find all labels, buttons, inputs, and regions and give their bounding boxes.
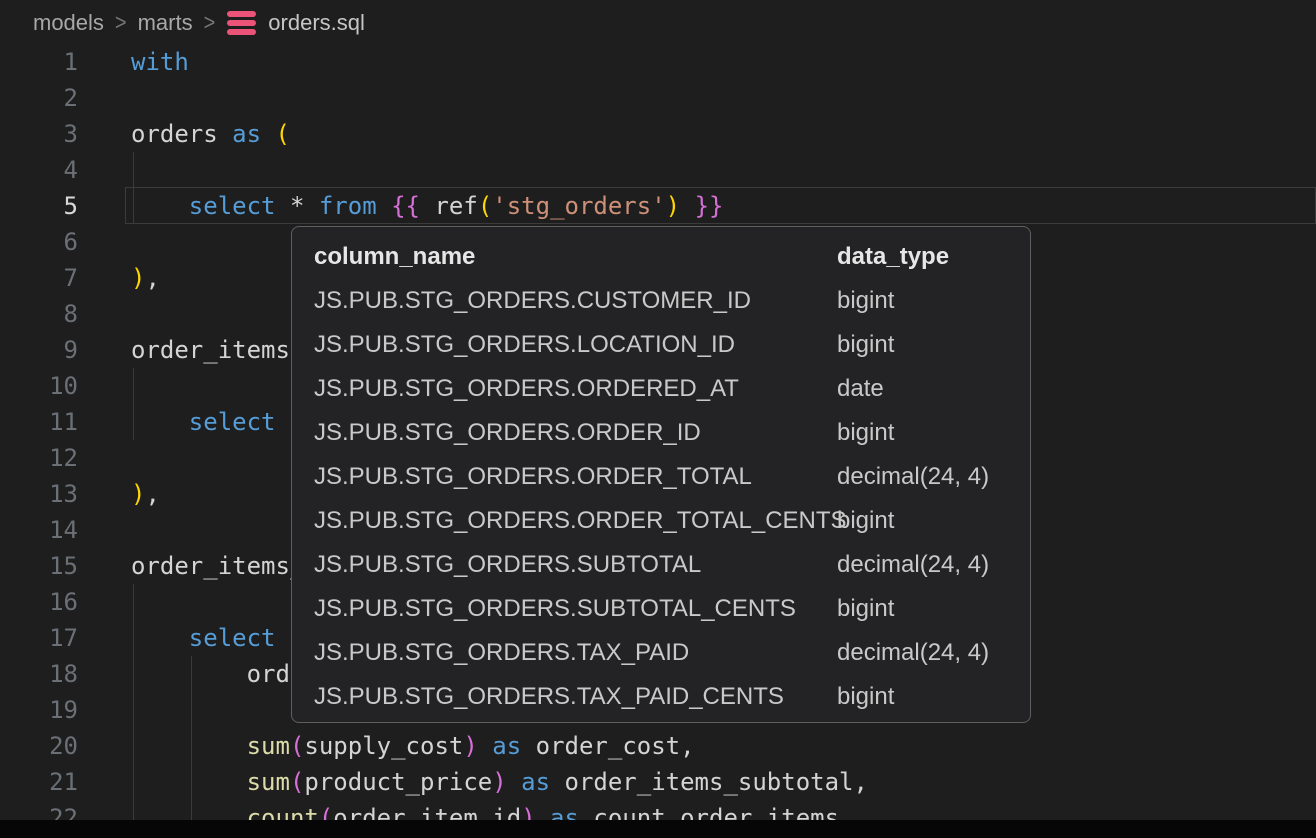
line-number: 5 [0,188,78,224]
code-text: select * from {{ ref('stg_orders') }} [78,188,723,224]
line-number: 4 [0,152,78,188]
line-number: 18 [0,656,78,692]
data-type-cell: decimal(24, 4) [837,631,989,675]
code-text: ), [78,260,160,296]
line-number: 19 [0,692,78,728]
data-type-cell: bigint [837,323,894,367]
line-number: 12 [0,440,78,476]
line-number: 20 [0,728,78,764]
column-name-cell: JS.PUB.STG_ORDERS.TAX_PAID [314,631,689,675]
column-name-cell: JS.PUB.STG_ORDERS.SUBTOTAL_CENTS [314,587,796,631]
line-number: 17 [0,620,78,656]
column-name-cell: JS.PUB.STG_ORDERS.ORDERED_AT [314,367,739,411]
line-number: 8 [0,296,78,332]
line-number: 13 [0,476,78,512]
column-row: JS.PUB.STG_ORDERS.ORDER_TOTAL decimal(24,… [292,455,1030,499]
column-name-cell: JS.PUB.STG_ORDERS.LOCATION_ID [314,323,735,367]
line-number: 2 [0,80,78,116]
column-row: JS.PUB.STG_ORDERS.ORDERED_AT date [292,367,1030,411]
line-number: 6 [0,224,78,260]
code-text: sum(product_price) as order_items_subtot… [78,764,868,800]
line-number: 14 [0,512,78,548]
code-line[interactable]: 3orders as ( [0,116,1316,152]
code-text: orders as ( [78,116,290,152]
line-number: 1 [0,44,78,80]
column-row: JS.PUB.STG_ORDERS.TAX_PAID_CENTS bigint [292,675,1030,719]
column-name-cell: JS.PUB.STG_ORDERS.SUBTOTAL [314,543,701,587]
data-type-cell: bigint [837,279,894,323]
column-name-cell: JS.PUB.STG_ORDERS.ORDER_TOTAL [314,455,752,499]
data-type-cell: bigint [837,587,894,631]
breadcrumb-item-file[interactable]: orders.sql [268,10,365,36]
code-text: sum(supply_cost) as order_cost, [78,728,695,764]
column-row: JS.PUB.STG_ORDERS.SUBTOTAL decimal(24, 4) [292,543,1030,587]
line-number: 11 [0,404,78,440]
data-type-cell: decimal(24, 4) [837,455,989,499]
breadcrumb-item-marts[interactable]: marts [138,10,193,36]
chevron-right-icon: > [115,10,127,36]
code-line[interactable]: 4 [0,152,1316,188]
code-line[interactable]: 5 select * from {{ ref('stg_orders') }} [0,188,1316,224]
line-number: 10 [0,368,78,404]
column-row: JS.PUB.STG_ORDERS.CUSTOMER_ID bigint [292,279,1030,323]
code-text: ), [78,476,160,512]
chevron-right-icon: > [204,10,216,36]
code-line[interactable]: 2 [0,80,1316,116]
code-line[interactable]: 21 sum(product_price) as order_items_sub… [0,764,1316,800]
data-type-cell: bigint [837,411,894,455]
panel-edge [0,820,1316,838]
column-name-cell: JS.PUB.STG_ORDERS.ORDER_ID [314,411,701,455]
column-row: JS.PUB.STG_ORDERS.TAX_PAID decimal(24, 4) [292,631,1030,675]
line-number: 9 [0,332,78,368]
column-row: JS.PUB.STG_ORDERS.LOCATION_ID bigint [292,323,1030,367]
data-type-cell: decimal(24, 4) [837,543,989,587]
line-number: 7 [0,260,78,296]
popup-header-row: column_name data_type [292,235,1030,279]
line-number: 15 [0,548,78,584]
column-name-cell: JS.PUB.STG_ORDERS.ORDER_TOTAL_CENTS [314,499,847,543]
column-row: JS.PUB.STG_ORDERS.ORDER_ID bigint [292,411,1030,455]
data-type-cell: date [837,367,884,411]
column-name-cell: JS.PUB.STG_ORDERS.TAX_PAID_CENTS [314,675,784,719]
column-info-popup: column_name data_type JS.PUB.STG_ORDERS.… [291,226,1031,723]
line-number: 16 [0,584,78,620]
popup-header-data-type: data_type [837,235,949,279]
editor-window: models > marts > orders.sql 1with23order… [0,0,1316,838]
line-number: 21 [0,764,78,800]
code-line[interactable]: 20 sum(supply_cost) as order_cost, [0,728,1316,764]
line-number: 3 [0,116,78,152]
code-text: with [78,44,189,80]
popup-header-column-name: column_name [314,235,475,279]
code-text: select [78,620,276,656]
data-type-cell: bigint [837,675,894,719]
column-name-cell: JS.PUB.STG_ORDERS.CUSTOMER_ID [314,279,751,323]
breadcrumb-item-models[interactable]: models [33,10,104,36]
breadcrumb: models > marts > orders.sql [0,0,1316,46]
column-row: JS.PUB.STG_ORDERS.SUBTOTAL_CENTS bigint [292,587,1030,631]
database-icon [227,11,256,35]
code-line[interactable]: 1with [0,44,1316,80]
column-row: JS.PUB.STG_ORDERS.ORDER_TOTAL_CENTSbigin… [292,499,1030,543]
data-type-cell: bigint [837,499,894,543]
